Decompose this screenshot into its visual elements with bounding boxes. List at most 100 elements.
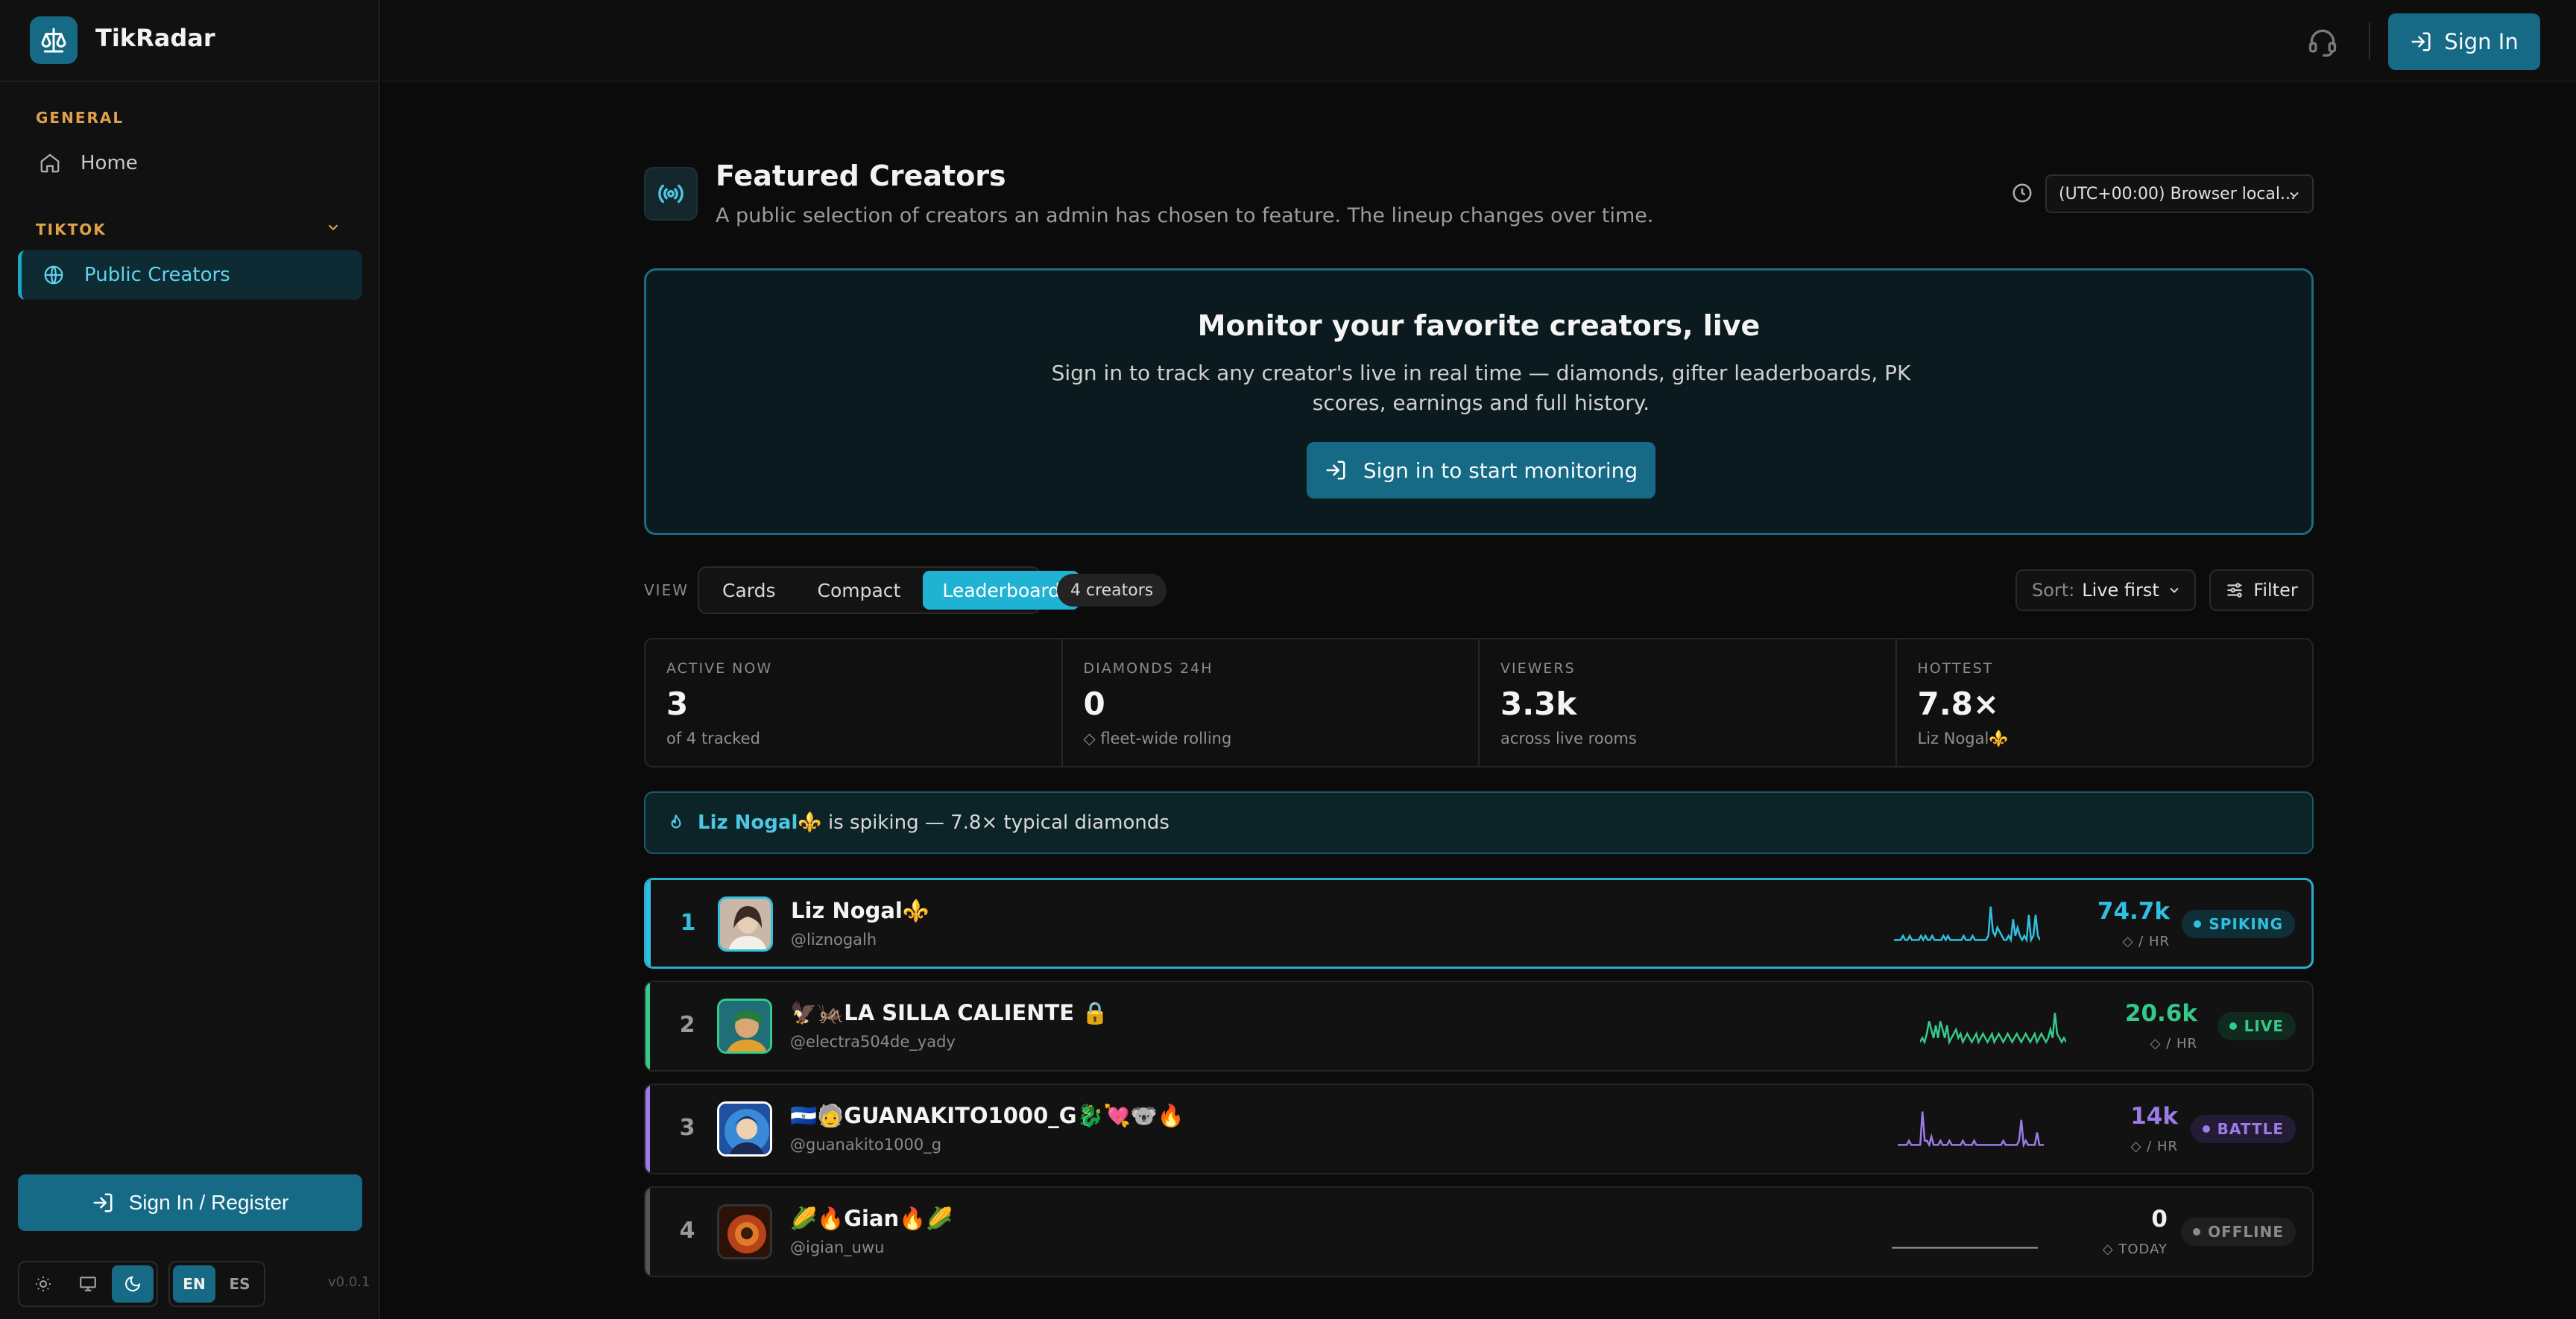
creator-row-4[interactable]: 4 🌽🔥Gian🔥🌽 @igian_uwu 0 ◇ TODAY OFFLINE (644, 1186, 2314, 1277)
alert-text: is spiking — 7.8× typical diamonds (828, 812, 1169, 834)
creator-row-3[interactable]: 3 🇸🇻🧓GUANAKITO1000_G🐉💘🐨🔥 @guanakito1000_… (644, 1084, 2314, 1174)
sparkline-path (1920, 1013, 2066, 1046)
stat-value: 3.3k (1500, 686, 1577, 722)
stats-panel: ACTIVE NOW 3 of 4 tracked DIAMONDS 24H 0… (644, 638, 2314, 768)
section-tiktok[interactable]: TIKTOK (36, 221, 107, 238)
theme-switcher (18, 1261, 158, 1307)
moon-icon (125, 1276, 141, 1291)
stat-active-now: ACTIVE NOW 3 of 4 tracked (645, 639, 1063, 766)
view-switcher: Cards Compact Leaderboard (698, 566, 1080, 614)
stat-value: 3 (666, 686, 689, 722)
broadcast-icon (644, 167, 698, 221)
creator-rank: 2 (679, 1012, 695, 1038)
clock-icon (2012, 183, 2032, 203)
row-accent (646, 880, 651, 967)
theme-system-button[interactable] (67, 1265, 109, 1303)
headset-icon[interactable] (2306, 25, 2339, 58)
stat-diamonds: DIAMONDS 24H 0 ◇ fleet-wide rolling (1063, 639, 1480, 766)
stat-viewers: VIEWERS 3.3k across live rooms (1480, 639, 1897, 766)
sort-value: Live first (2082, 580, 2159, 601)
lang-es-button[interactable]: ES (218, 1265, 261, 1303)
stat-sub: across live rooms (1500, 730, 1637, 747)
diamond-rate: 14k (2130, 1103, 2178, 1130)
flame-icon (671, 815, 681, 829)
creator-avatar (717, 1204, 772, 1259)
creator-handle: @electra504de_yady (790, 1033, 956, 1051)
view-leaderboard-button[interactable]: Leaderboard (923, 571, 1080, 610)
home-icon (37, 151, 63, 176)
stat-label: ACTIVE NOW (666, 660, 773, 677)
globe-icon (41, 262, 66, 288)
stat-hottest: HOTTEST 7.8× Liz Nogal⚜️ (1897, 639, 2313, 766)
stat-sub: ◇ fleet-wide rolling (1083, 730, 1232, 747)
diamond-rate: 0 (2151, 1206, 2168, 1233)
sort-dropdown[interactable]: Sort: Live first (2015, 569, 2196, 611)
creator-name: 🌽🔥Gian🔥🌽 (790, 1206, 953, 1231)
creator-count-badge: 4 creators (1057, 574, 1167, 607)
topbar-divider (2369, 22, 2370, 60)
chevron-down-icon (2290, 192, 2299, 197)
sidebar-item-home[interactable]: Home (18, 139, 362, 188)
view-compact-button[interactable]: Compact (798, 571, 921, 610)
sun-icon (36, 1277, 51, 1291)
creator-row-1[interactable]: 1 Liz Nogal⚜️ @liznogalh 74.7k ◇ / HR SP… (644, 878, 2314, 969)
sort-label: Sort: (2032, 580, 2075, 601)
lang-en-button[interactable]: EN (173, 1265, 215, 1303)
rate-unit: ◇ / HR (2122, 934, 2170, 949)
chevron-down-icon (2170, 587, 2179, 593)
scales-logo-icon[interactable] (30, 16, 78, 64)
spike-alert: Liz Nogal⚜️ is spiking — 7.8× typical di… (644, 791, 2314, 854)
monitor-icon (80, 1277, 96, 1291)
stat-sub: Liz Nogal⚜️ (1917, 730, 2009, 747)
status-badge: OFFLINE (2181, 1218, 2296, 1246)
promo-title: Monitor your favorite creators, live (1197, 309, 1761, 342)
stat-label: DIAMONDS 24H (1083, 660, 1213, 677)
sign-in-button[interactable]: Sign In (2388, 13, 2540, 70)
diamond-rate: 74.7k (2097, 898, 2170, 925)
sidebar-item-label: Home (80, 152, 138, 174)
creator-name: 🦅🦗LA SILLA CALIENTE 🔒 (790, 1000, 1109, 1025)
chevron-down-icon[interactable] (325, 219, 341, 235)
timezone-select[interactable]: (UTC+00:00) Browser local... (2045, 174, 2314, 213)
page-title: Featured Creators (716, 159, 1006, 192)
filter-label: Filter (2253, 580, 2298, 601)
login-icon (93, 1193, 113, 1212)
alert-creator-link[interactable]: Liz Nogal⚜️ (698, 812, 822, 834)
rate-unit: ◇ TODAY (2102, 1241, 2168, 1257)
sparkline-path (1894, 906, 2040, 943)
sign-in-label: Sign In (2444, 29, 2519, 54)
login-icon (1326, 461, 1345, 480)
stat-sub: of 4 tracked (666, 730, 760, 747)
page-subtitle: A public selection of creators an admin … (716, 204, 1654, 227)
sidebar-item-public-creators[interactable]: Public Creators (18, 250, 362, 300)
app-name[interactable]: TikRadar (95, 24, 215, 52)
sparkline-chart (1898, 1111, 2044, 1148)
creator-name: Liz Nogal⚜️ (791, 898, 929, 923)
creator-avatar (718, 896, 773, 952)
sign-in-monitor-button[interactable]: Sign in to start monitoring (1307, 442, 1655, 499)
creator-rank: 3 (679, 1115, 695, 1141)
sign-in-register-button[interactable]: Sign In / Register (18, 1174, 362, 1231)
sliders-icon (2227, 583, 2243, 598)
theme-dark-button[interactable] (112, 1265, 154, 1303)
filter-button[interactable]: Filter (2209, 569, 2314, 611)
creator-handle: @guanakito1000_g (790, 1136, 942, 1154)
sign-in-monitor-label: Sign in to start monitoring (1363, 458, 1638, 483)
diamond-rate: 20.6k (2124, 1000, 2197, 1027)
creator-row-2[interactable]: 2 🦅🦗LA SILLA CALIENTE 🔒 @electra504de_ya… (644, 981, 2314, 1072)
view-cards-button[interactable]: Cards (703, 571, 795, 610)
sign-in-register-label: Sign In / Register (128, 1191, 289, 1214)
stat-label: VIEWERS (1500, 660, 1576, 677)
sparkline-chart (1920, 1013, 2066, 1046)
promo-text: Sign in to track any creator's live in r… (1051, 361, 1911, 415)
status-badge: BATTLE (2190, 1115, 2296, 1143)
status-badge: LIVE (2217, 1012, 2296, 1040)
section-general: GENERAL (36, 109, 124, 127)
sparkline-path (1898, 1111, 2044, 1148)
creator-name: 🇸🇻🧓GUANAKITO1000_G🐉💘🐨🔥 (790, 1103, 1184, 1128)
creator-avatar (717, 999, 772, 1054)
theme-light-button[interactable] (22, 1265, 64, 1303)
row-accent (645, 1188, 650, 1276)
timezone-value: (UTC+00:00) Browser local... (2059, 184, 2296, 203)
sidebar-header: TikRadar (0, 0, 379, 82)
